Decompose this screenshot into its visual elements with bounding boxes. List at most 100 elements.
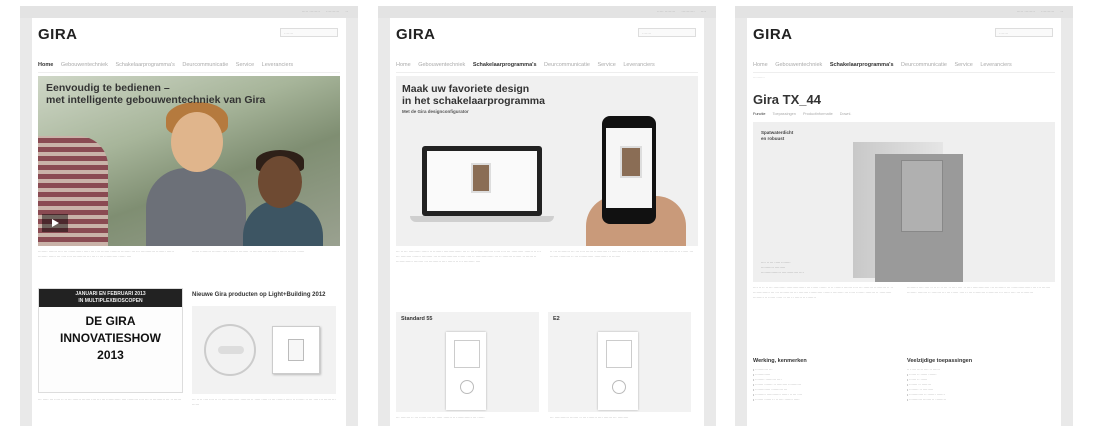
gira-logo[interactable]: GIRA xyxy=(396,26,436,43)
news-title[interactable]: Nieuwe Gira producten op Light+Building … xyxy=(192,292,326,298)
nav-service[interactable]: Service xyxy=(954,62,972,68)
nav-deurcommunicatie[interactable]: Deurcommunicatie xyxy=(544,62,590,68)
nav-schakelaarprogrammas[interactable]: Schakelaarprogramma's xyxy=(473,62,537,68)
breadcrumb[interactable]: ·········· xyxy=(753,76,765,80)
desc-text-right: ········· ···· ···· ·· ·· ·· ·· ··· ·· ·… xyxy=(907,286,1051,295)
subnav-productinformatie[interactable]: Productinformatie xyxy=(803,112,833,116)
hero-title: Eenvoudig te bedienen – met intelligente… xyxy=(46,82,265,106)
product-switch-plate xyxy=(272,326,320,374)
nav-home[interactable]: Home xyxy=(396,62,411,68)
configurator-hero[interactable]: Maak uw favoriete design in het schakela… xyxy=(396,76,698,246)
search-input[interactable]: ······· xyxy=(638,28,696,37)
intro-text-left: ··· ·· ··· ·········· ······ ·· ········… xyxy=(396,250,541,264)
laptop-base xyxy=(410,216,554,222)
screenshot-schakelaarprogramma: ····· ········ ·········· ···· GIRA ······… xyxy=(378,6,716,426)
nav-service[interactable]: Service xyxy=(236,62,254,68)
product-subnav: Functie Toepassingen Productinformatie D… xyxy=(753,112,857,116)
play-icon[interactable] xyxy=(42,214,68,232)
sign-top-line1: JANUARI EN FEBRUARI 2013 xyxy=(75,291,146,297)
sign-main-line1: DE GIRA xyxy=(85,314,136,328)
hero-label: Spatwaterdicht en robuust xyxy=(761,130,793,142)
section-toepassingen-list: ·· ····· ····· ···· ·· ······ • ······ ·… xyxy=(907,368,946,402)
intro-text-right: ·· ··· ·········· ··· ··· ···· ······ ··… xyxy=(550,250,694,259)
e2-text: ··· ············ ······· ·· ··· ········… xyxy=(550,416,629,420)
news-text: ··· ·· ·· ···· ···· ·· ·· ···· ·········… xyxy=(192,398,336,407)
gira-logo[interactable]: GIRA xyxy=(38,26,78,43)
tx44-switch xyxy=(901,160,943,232)
product-ring-label xyxy=(218,346,244,354)
sign-main: DE GIRA INNOVATIESHOW 2013 xyxy=(39,313,182,364)
sign-top-line2: IN MULTIPLEXBIOSCOPEN xyxy=(78,298,143,304)
product-title: Standard 55 xyxy=(401,316,433,322)
hero-image[interactable]: Eenvoudig te bedienen – met intelligente… xyxy=(38,76,340,246)
utility-links: ····· ········ ·········· ···· xyxy=(656,9,706,14)
nav-gebouwentechniek[interactable]: Gebouwentechniek xyxy=(61,62,108,68)
innovatieshow-image[interactable]: JANUARI EN FEBRUARI 2013 IN MULTIPLEXBIO… xyxy=(38,288,183,393)
hero-title: Maak uw favoriete design in het schakela… xyxy=(402,83,545,107)
page: GIRA ······· Home Gebouwentechniek Schak… xyxy=(32,18,346,426)
subnav-downloads[interactable]: Downl. xyxy=(840,112,852,116)
utility-bar: ····· ········ ·········· ···· xyxy=(378,6,716,18)
subnav-functie[interactable]: Functie xyxy=(753,112,765,116)
nav-deurcommunicatie[interactable]: Deurcommunicatie xyxy=(901,62,947,68)
section-toepassingen-title: Veelzijdige toepassingen xyxy=(907,358,973,364)
nav-gebouwentechniek[interactable]: Gebouwentechniek xyxy=(775,62,822,68)
product-card-e2[interactable]: E2 xyxy=(548,312,691,412)
sign-main-line2: INNOVATIESHOW xyxy=(60,331,161,345)
page: GIRA ······· Home Gebouwentechniek Schak… xyxy=(390,18,704,426)
news-image[interactable] xyxy=(192,306,336,394)
hero-title-line2: met intelligente gebouwentechniek van Gi… xyxy=(46,94,266,106)
nav-leveranciers[interactable]: Leveranciers xyxy=(262,62,294,68)
show-text: ··· ····· ··· ····· ·· ·· ··· ······· ··… xyxy=(38,398,182,402)
hero-title-line1: Eenvoudig te bedienen – xyxy=(46,82,170,94)
main-nav: Home Gebouwentechniek Schakelaarprogramm… xyxy=(38,62,340,73)
hero-label-line2: en robuust xyxy=(761,136,785,141)
gira-logo[interactable]: GIRA xyxy=(753,26,793,43)
nav-leveranciers[interactable]: Leveranciers xyxy=(623,62,655,68)
page-title: Gira TX_44 xyxy=(753,92,821,107)
phone-screen xyxy=(606,128,652,208)
main-nav: Home Gebouwentechniek Schakelaarprogramm… xyxy=(396,62,698,73)
nav-home[interactable]: Home xyxy=(753,62,768,68)
hero-caption: ···· ·· ··· ····· ········ ··········· ··… xyxy=(761,261,804,275)
sign-top: JANUARI EN FEBRUARI 2013 IN MULTIPLEXBIO… xyxy=(39,289,182,307)
section-werking-title: Werking, kenmerken xyxy=(753,358,807,364)
main-nav: Home Gebouwentechniek Schakelaarprogramm… xyxy=(753,62,1055,73)
subnav-toepassingen[interactable]: Toepassingen xyxy=(772,112,795,116)
hero-subtitle: Met de Gira designconfigurator xyxy=(402,109,469,114)
screenshot-home: ····· ········ ·········· ·· GIRA ······· … xyxy=(20,6,358,426)
intro-text-left: ········ ······· ···· ··· ············ ·… xyxy=(38,250,174,259)
desc-text-left: ···· ·· ·· ·· ··· ·········· ···········… xyxy=(753,286,893,300)
search-input[interactable]: ······· xyxy=(995,28,1053,37)
intro-text-right: ······ ········· ········ ···· ········ … xyxy=(192,250,305,254)
nav-gebouwentechniek[interactable]: Gebouwentechniek xyxy=(418,62,465,68)
product-hero[interactable]: Spatwaterdicht en robuust ···· ·· ··· ··… xyxy=(753,122,1055,282)
section-werking-list: • ··········· ··· • ············· • ····… xyxy=(753,368,803,402)
switch-image xyxy=(598,332,638,410)
search-input[interactable]: ······· xyxy=(280,28,338,37)
standard55-text: ··· ········ ·· ··· ······ ··· ··· ·····… xyxy=(396,416,485,420)
phone-image xyxy=(602,116,656,224)
sign-main-line3: 2013 xyxy=(97,348,124,362)
laptop-screen xyxy=(427,151,537,211)
child-center-face xyxy=(171,112,223,172)
utility-bar: ····· ········ ·········· ·· xyxy=(735,6,1073,18)
utility-links: ····· ········ ·········· ·· xyxy=(1016,9,1063,14)
switch-image xyxy=(446,332,486,410)
laptop-image xyxy=(422,146,542,216)
nav-deurcommunicatie[interactable]: Deurcommunicatie xyxy=(182,62,228,68)
nav-service[interactable]: Service xyxy=(597,62,615,68)
hero-title-line1: Maak uw favoriete design xyxy=(402,83,530,95)
product-card-standard55[interactable]: Standard 55 xyxy=(396,312,539,412)
nav-leveranciers[interactable]: Leveranciers xyxy=(980,62,1012,68)
hero-title-line2: in het schakelaarprogramma xyxy=(402,95,545,107)
product-title: E2 xyxy=(553,316,560,322)
child-right-face xyxy=(258,156,302,208)
page: GIRA ······· Home Gebouwentechniek Schak… xyxy=(747,18,1061,426)
nav-schakelaarprogrammas[interactable]: Schakelaarprogramma's xyxy=(830,62,894,68)
nav-home[interactable]: Home xyxy=(38,62,53,68)
utility-links: ····· ········ ·········· ·· xyxy=(301,9,348,14)
child-center-body xyxy=(146,168,246,246)
nav-schakelaarprogrammas[interactable]: Schakelaarprogramma's xyxy=(115,62,174,68)
screenshot-product: ····· ········ ·········· ·· GIRA ······· … xyxy=(735,6,1073,426)
